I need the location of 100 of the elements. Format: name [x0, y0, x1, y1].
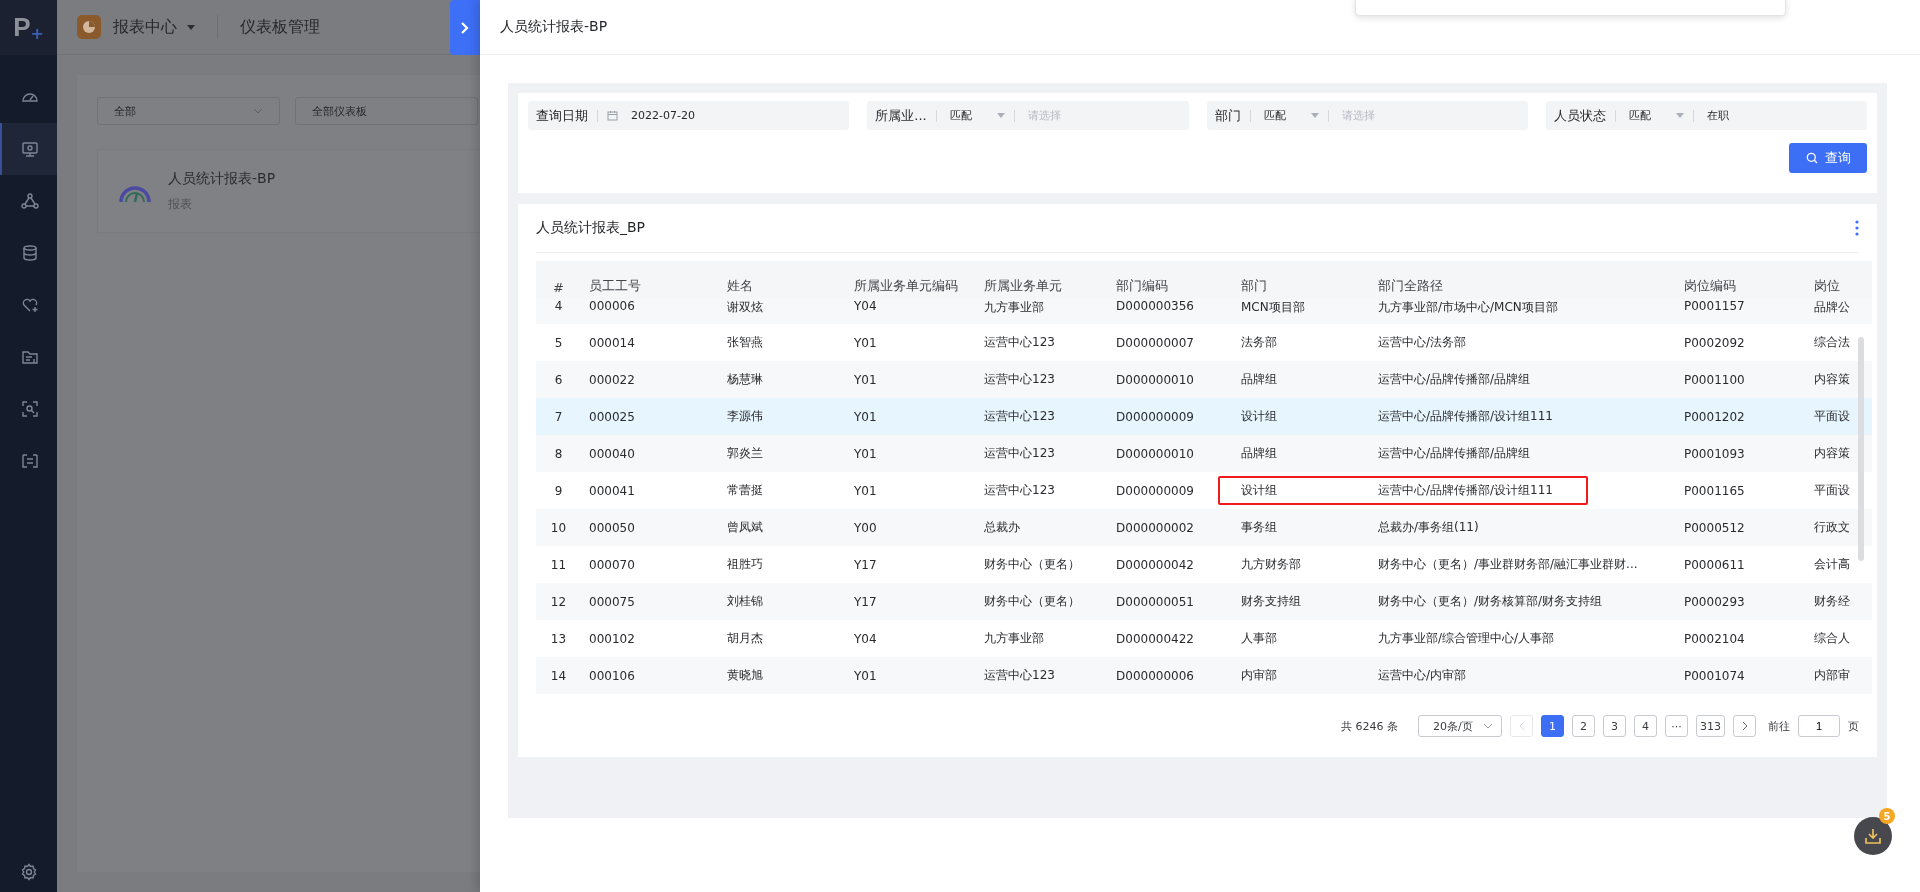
table-cell-text: 胡月杰 — [726, 630, 764, 647]
table-cell-text: Y01 — [853, 668, 878, 683]
table-cell-text: 财务中心（更名）/财务核算部/财务支持组 — [1377, 593, 1604, 610]
module-switcher[interactable]: 报表中心 — [113, 16, 177, 38]
table-cell-text: 000006 — [588, 299, 636, 313]
table-cell-text: 财务支持组 — [1240, 593, 1302, 610]
folder-icon[interactable] — [20, 348, 39, 366]
table-cell-text: 000025 — [588, 409, 636, 424]
table-cell-text: 7 — [553, 409, 564, 424]
table-cell-text: 财务中心（更名） — [983, 593, 1081, 610]
page-button[interactable]: 4 — [1634, 715, 1657, 737]
table-cell-text: 运营中心/品牌传播部/设计组111 — [1377, 482, 1554, 499]
scrollbar[interactable] — [1858, 337, 1864, 561]
table-cell-text: 运营中心/内审部 — [1377, 667, 1468, 684]
column-header: 姓名 — [726, 277, 754, 295]
table-cell-text: 法务部 — [1240, 334, 1278, 351]
table-cell-text: 财务经 — [1813, 593, 1851, 610]
table-cell-text: Y17 — [853, 557, 878, 572]
table-cell-text: 12 — [549, 594, 568, 609]
table-cell-text: Y01 — [853, 409, 878, 424]
table-cell-text: 谢双炫 — [726, 299, 764, 316]
chevron-icon[interactable] — [1483, 723, 1493, 729]
table-cell-text: 财务中心（更名）/事业群财务部/融汇事业群财... — [1377, 556, 1639, 573]
table-cell-text: D000000356 — [1115, 299, 1195, 313]
page-button[interactable]: 2 — [1572, 715, 1595, 737]
page-suffix: 页 — [1848, 718, 1859, 734]
page-button[interactable]: 1 — [1541, 715, 1564, 737]
settings-icon[interactable] — [19, 863, 38, 881]
count-badge: 5 — [1879, 808, 1895, 824]
table-cell-text: 11 — [549, 557, 568, 572]
table-cell-text: Y00 — [853, 520, 878, 535]
column-header: 部门编码 — [1115, 277, 1169, 295]
table-cell-text: 常蕾挺 — [726, 482, 764, 499]
table-cell-text: 000050 — [588, 520, 636, 535]
nodes-icon[interactable] — [20, 192, 39, 210]
page-button[interactable]: ··· — [1665, 715, 1688, 737]
table-cell-text: Y01 — [853, 335, 878, 350]
table-cell-text: 财务中心（更名） — [983, 556, 1081, 573]
table-cell-text: 李源伟 — [726, 408, 764, 425]
table-cell-text: D000000006 — [1115, 668, 1195, 683]
table-cell-text: 品牌组 — [1240, 371, 1278, 388]
table-cell-text: Y01 — [853, 372, 878, 387]
caret-icon[interactable] — [1310, 113, 1319, 118]
table-cell-text: 黄晓旭 — [726, 667, 764, 684]
monitor-icon[interactable] — [20, 140, 39, 158]
table-cell-text: D000000009 — [1115, 483, 1195, 498]
table-cell-text: D000000002 — [1115, 520, 1195, 535]
table-cell-text: 九方事业部 — [983, 630, 1045, 647]
column-header: 员工工号 — [588, 277, 642, 295]
table-cell-text: D000000042 — [1115, 557, 1195, 572]
table-cell-text: D000000007 — [1115, 335, 1195, 350]
table-cell-text: 综合人 — [1813, 630, 1851, 647]
page-title: 仪表板管理 — [240, 16, 320, 38]
sidebar-item[interactable] — [0, 123, 57, 175]
table-cell-text: 000102 — [588, 631, 636, 646]
table-cell-text: Y04 — [853, 631, 878, 646]
caret-icon[interactable] — [1675, 113, 1684, 118]
database-icon[interactable] — [20, 244, 39, 262]
download-icon — [1864, 827, 1882, 845]
search-icon — [1805, 152, 1818, 164]
table-cell-text: 运营中心/品牌传播部/品牌组 — [1377, 445, 1532, 462]
pie-chart-icon — [77, 15, 101, 39]
more-icon[interactable] — [1855, 220, 1859, 236]
caret-icon[interactable] — [187, 24, 195, 30]
table-cell-text: 000022 — [588, 372, 636, 387]
table-cell-text: 品牌公 — [1813, 299, 1851, 316]
filter-field[interactable]: 查询日期 2022-07-20 — [528, 101, 850, 130]
table-cell-text: 祖胜巧 — [726, 556, 764, 573]
page-button[interactable]: 313 — [1696, 715, 1725, 737]
list-icon[interactable] — [20, 452, 39, 470]
table-cell-text: 运营中心123 — [983, 334, 1056, 351]
filter-dropdown[interactable]: 全部仪表板 — [295, 97, 478, 125]
table-cell-text: 运营中心/品牌传播部/品牌组 — [1377, 371, 1532, 388]
page-button[interactable]: 3 — [1603, 715, 1626, 737]
filter-field[interactable]: 人员状态 匹配 在职 — [1545, 101, 1867, 130]
table-cell-text: 运营中心123 — [983, 667, 1056, 684]
search-button[interactable]: 查询 — [1789, 143, 1867, 173]
caret-icon[interactable] — [996, 113, 1005, 118]
column-header: 所属业务单元 — [983, 277, 1063, 295]
table-cell-text: P0000293 — [1683, 594, 1746, 609]
table-cell-text: P0001093 — [1683, 446, 1746, 461]
filter-dropdown[interactable]: 全部 — [97, 97, 280, 125]
table-cell-text: Y01 — [853, 446, 878, 461]
chevron-icon[interactable] — [1741, 721, 1748, 731]
table-cell-text: 内审部 — [1240, 667, 1278, 684]
table-cell-text: 000040 — [588, 446, 636, 461]
table-cell-text: 设计组 — [1240, 408, 1278, 425]
table-cell-text: P0001157 — [1683, 299, 1746, 313]
column-header: 岗位 — [1813, 277, 1841, 295]
table-cell-text: 总裁办/事务组(11) — [1377, 519, 1480, 536]
table-cell-text: P0000611 — [1683, 557, 1746, 572]
table-cell-text: 平面设 — [1813, 408, 1851, 425]
table-cell-text: Y04 — [853, 299, 878, 313]
table-cell-text: 九方事业部 — [983, 299, 1045, 316]
table-cell-text: 曾凤斌 — [726, 519, 764, 536]
scan-search-icon[interactable] — [20, 400, 39, 418]
page-size-select[interactable]: 20条/页 — [1418, 715, 1502, 737]
page-input[interactable]: 1 — [1798, 715, 1840, 737]
heart-plus-icon[interactable] — [20, 296, 39, 314]
report-title: 人员统计报表-BP — [168, 169, 276, 188]
